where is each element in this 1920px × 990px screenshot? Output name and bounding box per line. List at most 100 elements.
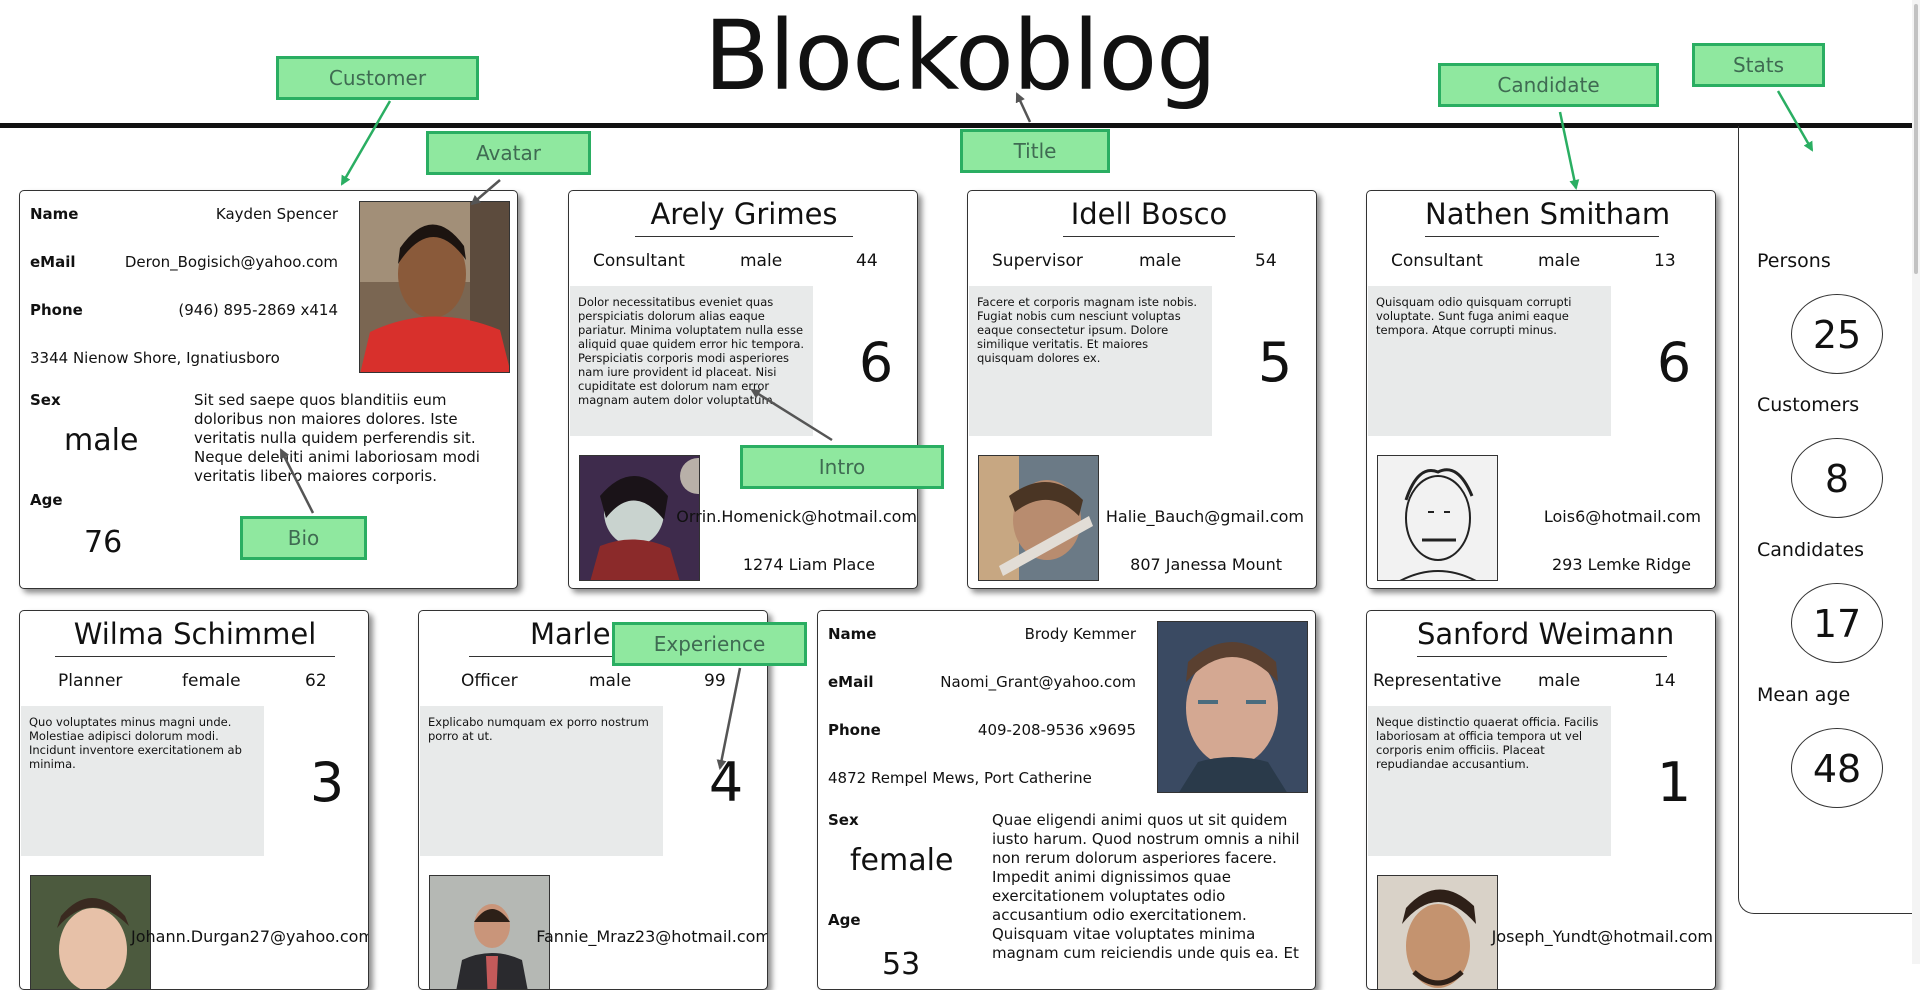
stat-candidates-value: 17	[1791, 583, 1883, 663]
person-photo-icon	[1378, 456, 1497, 580]
candidate-sex: male	[589, 671, 632, 691]
candidate-age: 54	[1255, 251, 1277, 271]
candidate-email: Fannie_Mraz23@hotmail.com	[536, 927, 768, 946]
candidate-address: 1274 Liam Place	[742, 555, 875, 574]
candidate-intro: Dolor necessitatibus eveniet quas perspi…	[570, 286, 813, 436]
annotation-candidate: Candidate	[1438, 63, 1659, 107]
candidate-experience: 6	[1656, 331, 1692, 394]
candidate-card[interactable]: Nathen Smitham Consultant male 13 Quisqu…	[1366, 190, 1716, 589]
candidate-role: Supervisor	[992, 251, 1083, 271]
candidate-age: 62	[305, 671, 327, 691]
candidate-card[interactable]: Arely Grimes Consultant male 44 Dolor ne…	[568, 190, 918, 589]
candidate-experience: 3	[309, 751, 345, 814]
candidate-role: Planner	[58, 671, 123, 691]
candidate-sex: male	[1538, 251, 1581, 271]
candidate-role: Officer	[461, 671, 518, 691]
candidate-age: 14	[1654, 671, 1676, 691]
candidate-email: Joseph_Yundt@hotmail.com	[1491, 927, 1713, 946]
candidate-age: 99	[704, 671, 726, 691]
phone-label: Phone	[30, 301, 83, 319]
candidate-photo	[1377, 875, 1498, 989]
candidate-name: Nathen Smitham	[1425, 195, 1670, 237]
sex-value: female	[850, 843, 954, 878]
candidate-email: Halie_Bauch@gmail.com	[1105, 507, 1304, 526]
candidate-name: Wilma Schimmel	[55, 615, 335, 657]
scrollbar-thumb[interactable]	[1914, 4, 1918, 274]
candidate-role: Representative	[1373, 671, 1502, 691]
name-label: Name	[828, 625, 877, 643]
customer-card[interactable]: Name Brody Kemmer eMail Naomi_Grant@yaho…	[817, 610, 1316, 990]
candidate-card[interactable]: Marlen B Officer male 99 Explicabo numqu…	[418, 610, 768, 990]
annotation-customer: Customer	[276, 56, 479, 100]
age-value: 53	[882, 947, 921, 982]
title-divider	[0, 123, 1920, 128]
sex-value: male	[64, 423, 139, 458]
candidate-photo	[1377, 455, 1498, 581]
email-value: Deron_Bogisich@yahoo.com	[124, 253, 338, 271]
phone-value: (946) 895-2869 x414	[178, 301, 338, 319]
phone-value: 409-208-9536 x9695	[977, 721, 1136, 739]
phone-label: Phone	[828, 721, 881, 739]
person-photo-icon	[979, 456, 1098, 580]
name-value: Brody Kemmer	[1024, 625, 1136, 643]
person-photo-icon	[1378, 876, 1497, 989]
candidate-sex: female	[182, 671, 241, 691]
age-label: Age	[828, 911, 861, 929]
email-value: Naomi_Grant@yahoo.com	[940, 673, 1136, 691]
stat-candidates-label: Candidates	[1757, 539, 1865, 561]
candidate-role: Consultant	[593, 251, 685, 271]
candidate-intro: Facere et corporis magnam iste nobis. Fu…	[969, 286, 1212, 436]
candidate-email: Lois6@hotmail.com	[1543, 507, 1701, 526]
candidate-name: Sanford Weimann	[1417, 615, 1674, 657]
stat-customers-label: Customers	[1757, 394, 1860, 416]
annotation-experience: Experience	[612, 622, 807, 666]
annotation-avatar: Avatar	[426, 131, 591, 175]
name-value: Kayden Spencer	[215, 205, 338, 223]
bio-text: Quae eligendi animi quos ut sit quidem i…	[992, 811, 1300, 962]
candidate-intro: Quo voluptates minus magni unde. Molesti…	[21, 706, 264, 856]
address-value: 3344 Nienow Shore, Ignatiusboro	[30, 349, 280, 367]
stat-mean-age-value: 48	[1791, 728, 1883, 808]
age-value: 76	[84, 525, 123, 560]
avatar	[359, 201, 510, 373]
candidate-age: 44	[856, 251, 878, 271]
candidate-age: 13	[1654, 251, 1676, 271]
name-label: Name	[30, 205, 79, 223]
person-photo-icon	[430, 876, 549, 989]
candidate-intro: Quisquam odio quisquam corrupti voluptat…	[1368, 286, 1611, 436]
candidate-photo	[429, 875, 550, 989]
candidate-address: 293 Lemke Ridge	[1551, 555, 1691, 574]
candidate-intro: Neque distinctio quaerat officia. Facili…	[1368, 706, 1611, 856]
candidate-address: 807 Janessa Mount	[1130, 555, 1282, 574]
stat-mean-age-label: Mean age	[1757, 684, 1851, 706]
candidate-experience: 5	[1257, 331, 1293, 394]
email-label: eMail	[30, 253, 76, 271]
stat-persons-value: 25	[1791, 294, 1883, 374]
candidate-card[interactable]: Wilma Schimmel Planner female 62 Quo vol…	[19, 610, 369, 990]
avatar	[1157, 621, 1308, 793]
candidate-experience: 6	[858, 331, 894, 394]
sex-label: Sex	[828, 811, 859, 829]
annotation-stats: Stats	[1692, 43, 1825, 87]
candidate-email: Johann.Durgan27@yahoo.com	[130, 927, 369, 946]
stats-panel: Persons 25 Customers 8 Candidates 17 Mea…	[1738, 126, 1920, 914]
candidate-sex: male	[1139, 251, 1182, 271]
candidate-name: Arely Grimes	[635, 195, 853, 237]
candidate-experience: 4	[708, 751, 744, 814]
candidate-role: Consultant	[1391, 251, 1483, 271]
candidate-sex: male	[1538, 671, 1581, 691]
candidate-photo	[978, 455, 1099, 581]
candidate-card[interactable]: Idell Bosco Supervisor male 54 Facere et…	[967, 190, 1317, 589]
candidate-email: Orrin.Homenick@hotmail.com	[676, 507, 917, 526]
email-label: eMail	[828, 673, 874, 691]
candidate-name: Idell Bosco	[1063, 195, 1235, 237]
person-photo-icon	[1158, 622, 1307, 792]
candidate-card[interactable]: Sanford Weimann Representative male 14 N…	[1366, 610, 1716, 990]
stat-persons-label: Persons	[1757, 250, 1831, 272]
address-value: 4872 Rempel Mews, Port Catherine	[828, 769, 1092, 787]
stat-customers-value: 8	[1791, 438, 1883, 518]
candidate-intro: Explicabo numquam ex porro nostrum porro…	[420, 706, 663, 856]
annotation-intro: Intro	[740, 445, 944, 489]
sex-label: Sex	[30, 391, 61, 409]
candidate-sex: male	[740, 251, 783, 271]
